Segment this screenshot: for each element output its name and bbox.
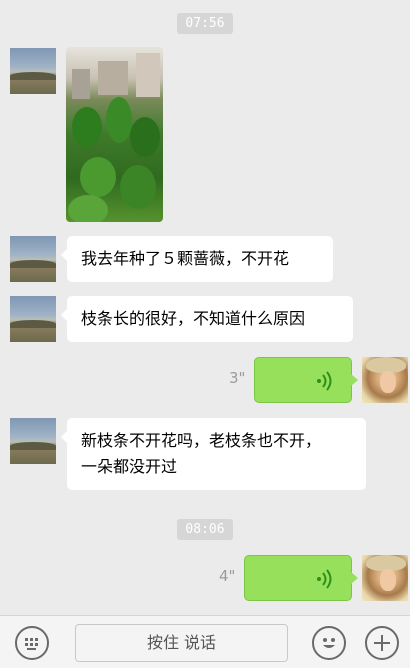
voice-message-bubble[interactable] <box>244 555 358 601</box>
voice-duration: 4" <box>219 567 236 585</box>
more-button[interactable] <box>365 626 399 660</box>
smiley-face-icon <box>323 638 335 648</box>
input-toolbar: 按住 说话 <box>0 615 410 668</box>
message-text: 我去年种了５颗蔷薇，不开花 <box>81 249 290 268</box>
message-text-line-1: 新枝条不开花吗，老枝条也不开， <box>81 431 322 450</box>
shared-photo-roses[interactable] <box>66 47 163 222</box>
message-bubble-incoming[interactable]: 新枝条不开花吗，老枝条也不开， 一朵都没开过 <box>61 418 366 490</box>
contact-avatar[interactable] <box>10 236 56 282</box>
my-avatar[interactable] <box>362 555 408 601</box>
timestamp-1-text: 07:56 <box>177 13 233 34</box>
message-text-line-2: 一朵都没开过 <box>81 457 178 476</box>
contact-avatar[interactable] <box>10 418 56 464</box>
contact-avatar[interactable] <box>10 48 56 94</box>
contact-avatar[interactable] <box>10 296 56 342</box>
hold-to-talk-button[interactable]: 按住 说话 <box>75 624 288 662</box>
message-bubble-incoming[interactable]: 我去年种了５颗蔷薇，不开花 <box>61 236 333 282</box>
voice-message-bubble[interactable] <box>254 357 358 403</box>
voice-wave-icon <box>317 371 332 391</box>
timestamp-2-text: 08:06 <box>177 519 233 540</box>
timestamp-1: 07:56 <box>0 12 410 34</box>
keyboard-toggle-button[interactable] <box>15 626 49 660</box>
voice-wave-icon <box>317 569 332 589</box>
plus-icon <box>374 635 390 651</box>
voice-duration: 3" <box>229 369 246 387</box>
message-text: 枝条长的很好，不知道什么原因 <box>81 309 306 328</box>
my-avatar[interactable] <box>362 357 408 403</box>
emoji-button[interactable] <box>312 626 346 660</box>
message-bubble-incoming[interactable]: 枝条长的很好，不知道什么原因 <box>61 296 353 342</box>
timestamp-2: 08:06 <box>0 518 410 540</box>
keyboard-icon <box>25 638 38 650</box>
